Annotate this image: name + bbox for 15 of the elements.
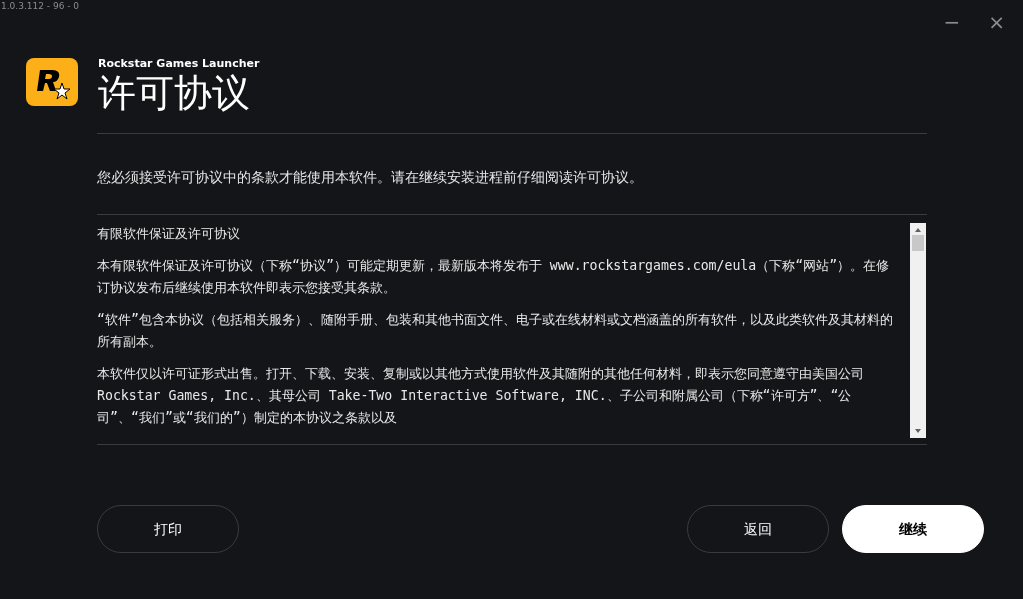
agreement-paragraph: 本有限软件保证及许可协议（下称“协议”）可能定期更新，最新版本将发布于 www.rockstargames.com/eula（下称“网站”）。在修订协议发布后继续使用本软件即表示您接受其条款。 [97,257,891,298]
agreement-paragraph: “软件”包含本协议（包括相关服务）、随附手册、包装和其他书面文件、电子或在线材料或文档涵盖的所有软件，以及此类软件及其材料的所有副本。 [97,311,894,352]
scroll-down-icon[interactable] [914,428,922,435]
scrollbar[interactable] [910,223,926,439]
scrollbar-thumb[interactable] [912,235,924,252]
agreement-paragraph: 本软件仅以许可证形式出售。打开、下载、安装、复制或以其他方式使用软件及其随附的其他任何材料，即表示您同意遵守由美国公司 Rockstar Games, Inc.、其母公司 Take-Two Interactive Software, INC.、子公司和附属公司（下称“许可方”、“公司”、“我们”或“我们的”）制定的本协议之条款以及 [97,365,865,428]
page-title: 许可协议 [98,72,251,115]
minimize-button[interactable]: − [939,10,965,34]
app-name: Rockstar Games Launcher [98,56,260,72]
intro-text: 您必须接受许可协议中的条款才能使用本软件。请在继续安装进程前仔细阅读许可协议。 [97,168,644,188]
agreement-heading: 有限软件保证及许可协议 [97,225,241,244]
close-button[interactable]: × [984,10,1009,34]
continue-button[interactable]: 继续 [842,505,984,554]
logo-icon [26,58,78,106]
version-label: 1.0.3.112 - 96 - 0 [1,0,80,13]
